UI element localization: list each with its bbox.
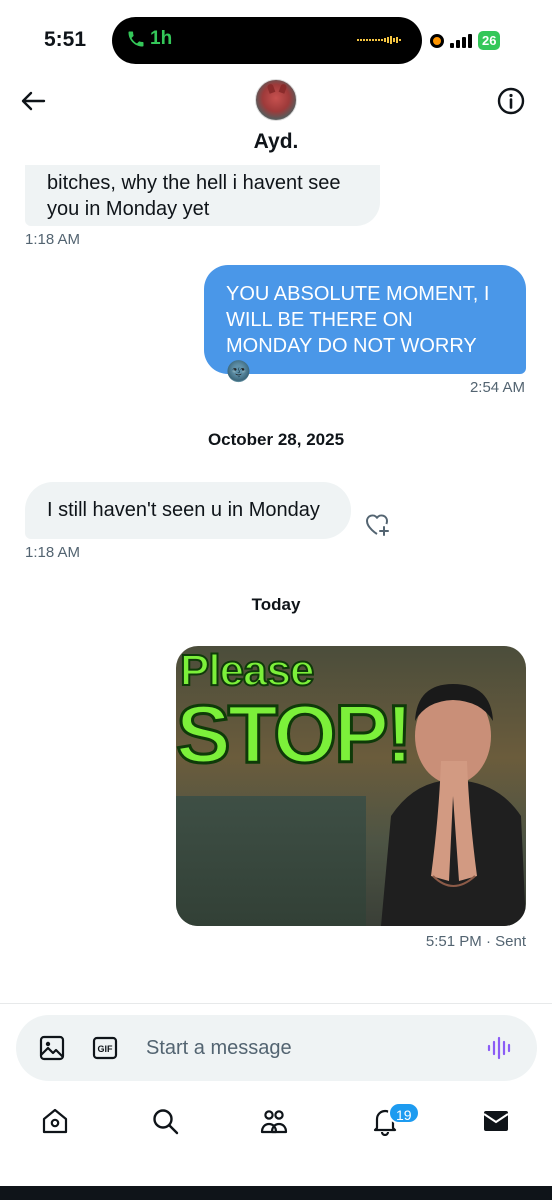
recording-dot-icon <box>430 33 444 48</box>
status-bar: 5:51 1h 26 <box>0 0 552 70</box>
cellular-signal-icon <box>450 33 472 48</box>
date-separator: October 28, 2025 <box>207 430 345 449</box>
message-bubble-outgoing[interactable]: YOU ABSOLUTE MOMENT, I WILL BE THERE ON … <box>204 265 526 383</box>
divider <box>0 1003 552 1004</box>
contact-name[interactable]: Ayd. <box>0 130 552 154</box>
message-sent-status: · Sent <box>485 933 526 950</box>
message-timestamp-status: 5:51 PM · Sent <box>426 933 526 950</box>
gif-message[interactable]: Please STOP! <box>176 646 526 926</box>
add-reaction-heart-icon[interactable] <box>362 509 392 539</box>
audio-waveform-icon <box>357 36 401 44</box>
date-separator: Today <box>251 595 301 614</box>
home-indicator <box>0 1186 552 1200</box>
tab-search[interactable] <box>150 1106 184 1140</box>
call-duration: 1h <box>150 28 173 49</box>
tab-communities[interactable] <box>259 1106 293 1140</box>
image-icon[interactable] <box>38 1034 66 1062</box>
envelope-icon <box>483 1111 509 1131</box>
status-indicators: 26 <box>430 31 501 50</box>
tab-messages[interactable] <box>481 1106 515 1140</box>
message-timestamp: 1:18 AM <box>25 544 81 561</box>
home-icon <box>42 1108 68 1134</box>
battery-indicator: 26 <box>478 31 501 50</box>
message-timestamp: 2:54 AM <box>469 379 525 396</box>
back-arrow-icon[interactable] <box>18 86 48 116</box>
conversation-header: Ayd. <box>0 70 552 165</box>
info-icon[interactable] <box>496 86 526 116</box>
notifications-badge: 19 <box>388 1102 420 1124</box>
bottom-tab-bar <box>0 1090 552 1160</box>
message-bubble-incoming[interactable]: I still haven't seen u in Monday <box>25 482 351 539</box>
search-icon <box>153 1109 179 1135</box>
message-time: 5:51 PM <box>425 933 482 950</box>
active-call-indicator[interactable]: 1h <box>126 28 172 50</box>
message-input[interactable] <box>146 1033 446 1063</box>
message-composer: GIF <box>16 1015 537 1081</box>
svg-text:GIF: GIF <box>98 1044 114 1054</box>
contact-avatar[interactable] <box>255 79 297 121</box>
communities-icon <box>260 1110 288 1134</box>
dynamic-island[interactable]: 1h <box>112 17 422 64</box>
voice-message-icon[interactable] <box>486 1035 514 1061</box>
gif-icon[interactable]: GIF <box>92 1036 118 1060</box>
gif-caption-line2: STOP! <box>176 688 415 781</box>
phone-icon <box>128 31 144 47</box>
message-timestamp: 1:18 AM <box>25 231 81 248</box>
status-time: 5:51 <box>44 28 87 51</box>
gif-background <box>176 796 366 926</box>
tab-home[interactable] <box>40 1106 74 1140</box>
